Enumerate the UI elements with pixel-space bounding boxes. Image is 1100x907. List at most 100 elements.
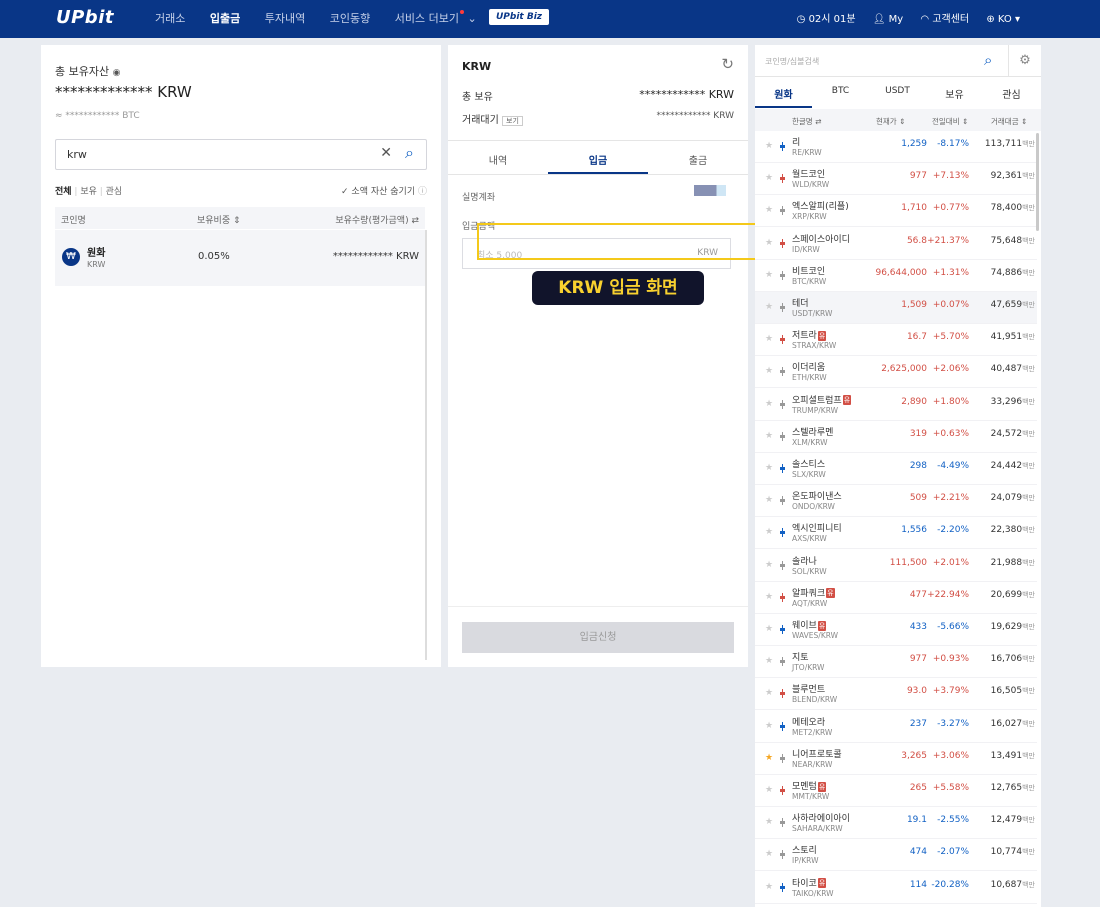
market-row[interactable]: ★ 지토 JTO/KRW 977 +0.93% 16,706백만	[755, 646, 1037, 679]
market-row[interactable]: ★ 저트라 유 STRAX/KRW 16.7 +5.70% 41,951백만	[755, 324, 1037, 357]
market-row[interactable]: ★ 스텔라루멘 XLM/KRW 319 +0.63% 24,572백만	[755, 421, 1037, 453]
clock-button[interactable]: ◷ 02시 01분	[797, 14, 856, 25]
tab-favorite[interactable]: 관심	[983, 86, 1040, 101]
asset-search-input[interactable]: krw	[67, 148, 87, 161]
scrollbar[interactable]	[425, 230, 427, 660]
favorite-star-icon[interactable]: ★	[765, 238, 773, 248]
coin-market: TAIKO/KRW	[792, 888, 834, 898]
clear-icon[interactable]: ✕	[380, 145, 392, 161]
favorite-star-icon[interactable]: ★	[765, 463, 773, 473]
favorite-star-icon[interactable]: ★	[765, 173, 773, 183]
market-row[interactable]: ★ 온도파이낸스 ONDO/KRW 509 +2.21% 24,079백만	[755, 485, 1037, 518]
search-icon[interactable]: ⌕	[405, 143, 414, 163]
favorite-star-icon[interactable]: ★	[765, 817, 773, 827]
market-row[interactable]: ★ 모멘텀 유 MMT/KRW 265 +5.58% 12,765백만	[755, 775, 1037, 807]
asset-row-krw[interactable]: ₩ 원화 KRW 0.05% ************ KRW	[55, 230, 425, 286]
filter-all[interactable]: 전체	[55, 187, 72, 197]
filter-favorite[interactable]: 관심	[106, 187, 123, 197]
favorite-star-icon[interactable]: ★	[765, 141, 773, 151]
col-holding-amount[interactable]: 보유수량(평가금액) ⇄	[335, 213, 419, 226]
favorite-star-icon[interactable]: ★	[765, 495, 773, 505]
col-change[interactable]: 전일대비 ⇕	[932, 116, 968, 127]
favorite-star-icon[interactable]: ★	[765, 688, 773, 698]
eye-icon[interactable]: ◉	[113, 68, 121, 78]
favorite-star-icon[interactable]: ★	[765, 334, 773, 344]
coin-name: 저트라 유	[792, 330, 827, 342]
market-row[interactable]: ★ 니어프로토콜 NEAR/KRW 3,265 +3.06% 13,491백만	[755, 743, 1037, 775]
nav-exchange[interactable]: 거래소	[155, 12, 185, 25]
market-row[interactable]: ★ 엑시인피니티 AXS/KRW 1,556 -2.20% 22,380백만	[755, 517, 1037, 550]
tab-history[interactable]: 내역	[448, 152, 548, 167]
headset-icon: ◠	[920, 14, 930, 25]
market-panel: 코인명/심볼검색 ⌕ ⚙︎ 원화 BTC USDT 보유 관심 한글명 ⇄ 현재…	[755, 45, 1041, 907]
favorite-star-icon[interactable]: ★	[765, 785, 773, 795]
favorite-star-icon[interactable]: ★	[765, 721, 773, 731]
col-korean-name[interactable]: 한글명 ⇄	[792, 116, 821, 127]
col-price[interactable]: 현재가 ⇕	[876, 116, 905, 127]
market-row[interactable]: ★ 솔스티스 SLX/KRW 298 -4.49% 24,442백만	[755, 453, 1037, 485]
favorite-star-icon[interactable]: ★	[765, 431, 773, 441]
coin-change: +3.06%	[932, 750, 969, 761]
col-coin-name[interactable]: 코인명	[61, 213, 86, 226]
settings-icon[interactable]: ⚙︎	[1008, 45, 1041, 77]
favorite-star-icon[interactable]: ★	[765, 592, 773, 602]
coin-market: WLD/KRW	[792, 180, 830, 190]
tab-krw[interactable]: 원화	[755, 86, 812, 101]
favorite-star-icon[interactable]: ★	[765, 527, 773, 537]
favorite-star-icon[interactable]: ★	[765, 399, 773, 409]
hide-small-assets-toggle[interactable]: ✓ 소액 자산 숨기기 ⓘ	[341, 184, 427, 197]
market-row[interactable]: ★ 스페이스아이디 ID/KRW 56.8 +21.37% 75,648백만	[755, 228, 1037, 260]
tab-held[interactable]: 보유	[926, 86, 983, 101]
favorite-star-icon[interactable]: ★	[765, 656, 773, 666]
refresh-icon[interactable]: ↻	[721, 55, 734, 73]
market-row[interactable]: ★ 엑스알피(리플) XRP/KRW 1,710 +0.77% 78,400백만	[755, 195, 1037, 228]
col-volume[interactable]: 거래대금 ⇕	[991, 116, 1027, 127]
favorite-star-icon[interactable]: ★	[765, 302, 773, 312]
market-row[interactable]: ★ 솔라나 SOL/KRW 111,500 +2.01% 21,988백만	[755, 550, 1037, 582]
favorite-star-icon[interactable]: ★	[765, 882, 773, 892]
nav-coin-trends[interactable]: 코인동향	[330, 12, 370, 25]
col-holding-ratio[interactable]: 보유비중 ⇕	[197, 213, 241, 226]
language-button[interactable]: ⊕ KO ▾	[986, 14, 1020, 25]
market-search-input[interactable]: 코인명/심볼검색	[765, 56, 819, 67]
market-row[interactable]: ★ 웨이브 유 WAVES/KRW 433 -5.66% 19,629백만	[755, 614, 1037, 646]
favorite-star-icon[interactable]: ★	[765, 366, 773, 376]
tab-deposit[interactable]: 입금	[548, 152, 648, 167]
asset-filter-tabs: 전체 | 보유 | 관심	[55, 187, 123, 197]
market-row[interactable]: ★ 월드코인 WLD/KRW 977 +7.13% 92,361백만	[755, 163, 1037, 196]
market-row[interactable]: ★ 오피셜트럼프 유 TRUMP/KRW 2,890 +1.80% 33,296백만	[755, 389, 1037, 421]
favorite-star-icon[interactable]: ★	[765, 753, 773, 763]
market-row[interactable]: ★ 스토리 IP/KRW 474 -2.07% 10,774백만	[755, 839, 1037, 872]
scrollbar[interactable]	[1036, 133, 1039, 231]
deposit-submit-button[interactable]: 입금신청	[462, 622, 734, 653]
favorite-star-icon[interactable]: ★	[765, 560, 773, 570]
my-button[interactable]: 👤︎ My	[873, 14, 903, 25]
support-button[interactable]: ◠ 고객센터	[920, 14, 969, 25]
market-row[interactable]: ★ 블루먼트 BLEND/KRW 93.0 +3.79% 16,505백만	[755, 678, 1037, 711]
candle-icon	[780, 464, 785, 473]
market-row[interactable]: ★ 비트코인 BTC/KRW 96,644,000 +1.31% 74,886백만	[755, 260, 1037, 292]
tab-withdraw[interactable]: 출금	[648, 152, 748, 167]
upbit-logo[interactable]: UPbit	[56, 7, 114, 28]
market-row[interactable]: ★ 리 RE/KRW 1,259 -8.17% 113,711백만	[755, 131, 1037, 163]
nav-deposit-withdraw[interactable]: 입출금	[210, 12, 240, 25]
market-row[interactable]: ★ 이더리움 ETH/KRW 2,625,000 +2.06% 40,487백만	[755, 356, 1037, 389]
coin-market: RE/KRW	[792, 148, 822, 157]
tab-usdt[interactable]: USDT	[869, 86, 926, 96]
favorite-star-icon[interactable]: ★	[765, 624, 773, 634]
market-row[interactable]: ★ 타이코 유 TAIKO/KRW 114 -20.28% 10,687백만	[755, 872, 1037, 904]
favorite-star-icon[interactable]: ★	[765, 849, 773, 859]
market-row[interactable]: ★ 알파쿼크 유 AQT/KRW 477 +22.94% 20,699백만	[755, 582, 1037, 614]
filter-held[interactable]: 보유	[80, 187, 97, 197]
favorite-star-icon[interactable]: ★	[765, 270, 773, 280]
nav-more-services[interactable]: 서비스 더보기 ⌄	[395, 10, 477, 25]
search-icon[interactable]: ⌕	[984, 51, 992, 69]
nav-investments[interactable]: 투자내역	[265, 12, 305, 25]
market-row[interactable]: ★ 사하라에이아이 SAHARA/KRW 19.1 -2.55% 12,479백만	[755, 807, 1037, 840]
market-row[interactable]: ★ 메테오라 MET2/KRW 237 -3.27% 16,027백만	[755, 711, 1037, 743]
view-pending-button[interactable]: 보기	[502, 116, 523, 126]
upbit-biz-button[interactable]: UPbit Biz	[489, 9, 549, 25]
favorite-star-icon[interactable]: ★	[765, 205, 773, 215]
market-row[interactable]: ★ 테더 USDT/KRW 1,509 +0.07% 47,659백만	[755, 292, 1037, 324]
tab-btc[interactable]: BTC	[812, 86, 869, 96]
